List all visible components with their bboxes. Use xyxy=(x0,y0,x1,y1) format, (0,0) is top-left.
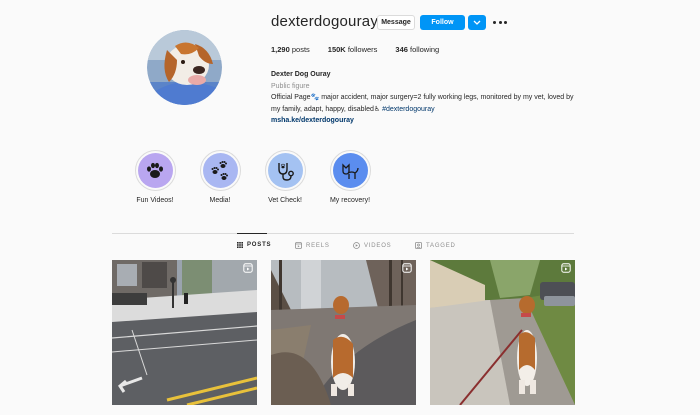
followers-count[interactable]: 150K followers xyxy=(328,45,378,54)
dog-icon xyxy=(342,162,359,179)
message-button[interactable]: Message xyxy=(377,15,415,30)
tag-icon xyxy=(415,242,422,249)
tab-label: POSTS xyxy=(247,242,272,248)
tab-reels[interactable]: REELS xyxy=(295,242,330,249)
profile-username: dexterdogouray xyxy=(271,13,379,30)
more-dot-icon xyxy=(498,20,502,24)
profile-stats: 1,290 posts 150K followers 346 following xyxy=(271,45,439,54)
profile-avatar[interactable] xyxy=(147,30,222,105)
bio-category: Public figure xyxy=(271,82,310,90)
reel-icon xyxy=(561,263,571,273)
stethoscope-icon xyxy=(278,162,294,181)
more-dot-icon xyxy=(504,20,507,24)
highlight-ring xyxy=(329,150,371,191)
video-icon xyxy=(353,242,360,249)
reel-icon xyxy=(243,263,253,273)
tabs-divider xyxy=(112,233,574,234)
highlight-cover xyxy=(267,153,303,188)
highlight-media[interactable]: Media! xyxy=(190,150,250,204)
highlight-ring xyxy=(134,150,176,191)
profile-bio: Dexter Dog Ouray Public figure Official … xyxy=(271,69,581,127)
more-dot-icon xyxy=(493,20,496,24)
active-tab-indicator xyxy=(237,233,267,234)
post-tile-woods[interactable] xyxy=(271,260,416,405)
paw-icon xyxy=(147,162,163,178)
more-options-button[interactable] xyxy=(493,16,507,28)
bio-hashtag[interactable]: #dexterdogouray xyxy=(382,106,435,113)
bio-link[interactable]: msha.ke/dexterdogouray xyxy=(271,115,581,127)
highlight-cover xyxy=(202,153,238,188)
suggested-dropdown-button[interactable] xyxy=(468,15,486,30)
highlight-label: Media! xyxy=(209,197,231,204)
grid-icon xyxy=(237,242,243,248)
post-tile-sidewalk[interactable] xyxy=(430,260,575,405)
bio-name: Dexter Dog Ouray xyxy=(271,71,331,78)
tab-label: VIDEOS xyxy=(364,242,392,249)
tab-tagged[interactable]: TAGGED xyxy=(415,242,456,249)
highlight-cover xyxy=(137,153,173,188)
bio-text: Official Page🐾 major accident, major sur… xyxy=(271,94,574,113)
reel-icon xyxy=(402,263,412,273)
highlight-vet-check[interactable]: Vet Check! xyxy=(255,150,315,204)
highlight-label: Vet Check! xyxy=(268,197,302,204)
highlight-ring xyxy=(199,150,241,191)
tab-label: TAGGED xyxy=(426,242,456,249)
highlight-my-recovery[interactable]: My recovery! xyxy=(320,150,380,204)
tab-posts[interactable]: POSTS xyxy=(237,242,271,248)
reels-icon xyxy=(295,242,302,249)
chevron-down-icon xyxy=(473,20,481,25)
post-tile-street[interactable] xyxy=(112,260,257,405)
paws-icon xyxy=(211,160,228,180)
highlight-label: My recovery! xyxy=(329,197,371,204)
highlight-cover xyxy=(332,153,368,188)
highlight-ring xyxy=(264,150,306,191)
highlight-label: Fun Videos! xyxy=(136,197,174,204)
tab-videos[interactable]: VIDEOS xyxy=(353,242,391,249)
following-count[interactable]: 346 following xyxy=(395,45,439,54)
follow-button[interactable]: Follow xyxy=(420,15,465,30)
tab-label: REELS xyxy=(306,242,330,249)
highlight-fun-videos[interactable]: Fun Videos! xyxy=(125,150,185,204)
posts-count: 1,290 posts xyxy=(271,45,310,54)
